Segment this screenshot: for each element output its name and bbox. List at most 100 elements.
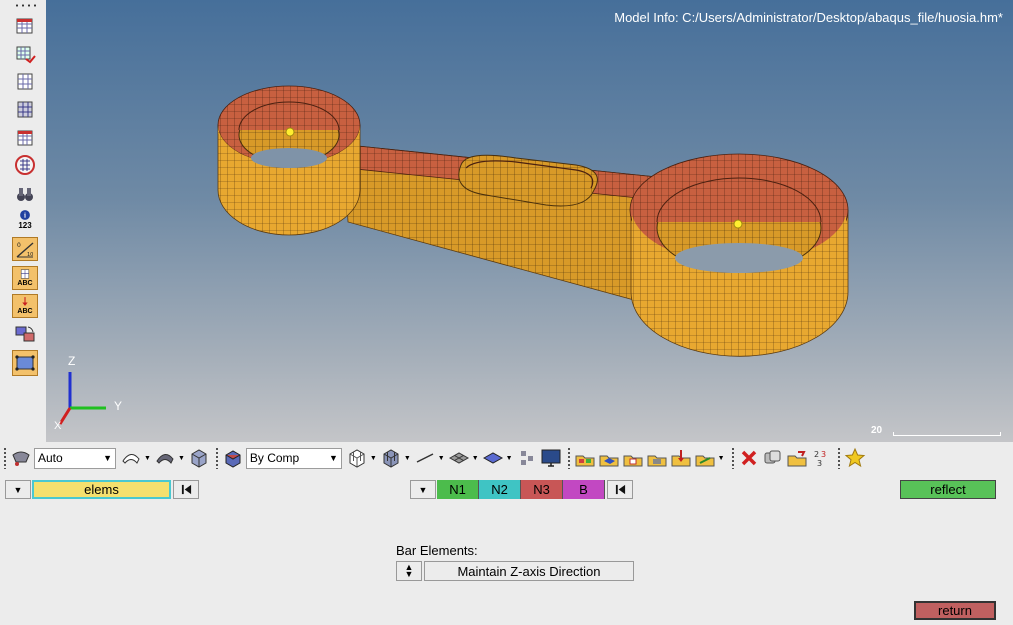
orientation-option-label: Maintain Z-axis Direction	[457, 563, 601, 579]
return-button[interactable]: return	[914, 601, 996, 620]
left-toolbar: i 123 0 10 ABC ABC	[0, 0, 46, 442]
chevron-down-icon[interactable]: ▼	[178, 455, 185, 462]
toolbar-separator	[836, 447, 841, 469]
connecting-rod-model[interactable]	[46, 0, 1013, 442]
axis-y-label: Y	[114, 399, 123, 413]
find-icon[interactable]	[12, 153, 38, 177]
elems-collector-label: elems	[84, 482, 119, 497]
svg-text:10: 10	[27, 252, 33, 258]
nodes-reset-button[interactable]	[607, 480, 633, 499]
solid-cube-icon[interactable]	[188, 446, 210, 470]
transfer-icon[interactable]	[786, 446, 808, 470]
graphics-viewport[interactable]: Model Info: C:/Users/Administrator/Deskt…	[46, 0, 1013, 442]
elems-collector[interactable]: elems	[32, 480, 171, 499]
render-mode-value: Auto	[38, 451, 63, 465]
renumber-icon[interactable]: 233	[810, 446, 832, 470]
chevron-down-icon: ▼	[328, 452, 338, 463]
panel-row-selection: ▼ elems ▼ N1 N2 N3 B reflect	[0, 480, 1013, 502]
chevron-down-icon[interactable]: ▼	[438, 455, 445, 462]
node-b-label: B	[579, 482, 588, 497]
node-n3-button[interactable]: N3	[521, 480, 563, 499]
toolbar-grip[interactable]	[3, 447, 7, 469]
chevron-down-icon[interactable]: ▼	[144, 455, 151, 462]
favorite-star-icon[interactable]	[844, 446, 866, 470]
chevron-down-icon: ▼	[103, 452, 112, 463]
components-bar-icon[interactable]	[694, 446, 716, 470]
mesh-cube-icon[interactable]	[346, 446, 368, 470]
elems-selector-dropdown[interactable]: ▼	[5, 480, 31, 499]
measure-icon[interactable]: 0 10	[12, 237, 38, 261]
mesh-shaded-cube-icon[interactable]	[380, 446, 402, 470]
isolate-icon[interactable]	[12, 126, 38, 150]
wireframe-surface-icon[interactable]	[120, 446, 142, 470]
components-load-icon[interactable]	[670, 446, 692, 470]
reset-icon	[181, 484, 191, 495]
scale-bar-line	[893, 432, 1001, 436]
svg-text:2: 2	[814, 450, 819, 459]
line-style-icon[interactable]	[414, 446, 436, 470]
show-mesh-icon[interactable]	[12, 98, 38, 122]
node-selector-dropdown[interactable]: ▼	[410, 480, 436, 499]
big-end-ring	[629, 153, 849, 357]
elems-reset-button[interactable]	[173, 480, 199, 499]
component-table-icon[interactable]	[12, 14, 38, 38]
toolbar-separator	[730, 447, 735, 469]
return-label: return	[938, 603, 972, 618]
render-mode-select[interactable]: Auto ▼	[34, 447, 116, 469]
components-multicolor-icon[interactable]	[574, 446, 596, 470]
chevron-down-icon[interactable]: ▼	[506, 455, 513, 462]
color-mode-icon[interactable]	[222, 446, 244, 470]
reflect-button[interactable]: reflect	[900, 480, 996, 499]
rotate-icon[interactable]	[12, 322, 38, 346]
node-b-button[interactable]: B	[563, 480, 605, 499]
reset-icon	[615, 484, 625, 495]
orientation-option-button[interactable]: Maintain Z-axis Direction	[424, 561, 634, 581]
unmask-icon[interactable]	[12, 70, 38, 94]
duplicate-icon[interactable]	[762, 446, 784, 470]
bar-elements-label: Bar Elements:	[396, 543, 478, 558]
node-n1-label: N1	[449, 482, 466, 497]
reflect-label: reflect	[930, 482, 966, 497]
chevron-down-icon[interactable]: ▼	[472, 455, 479, 462]
shaded-surface-icon[interactable]	[154, 446, 176, 470]
label-abc-red-text: ABC	[17, 308, 33, 315]
svg-text:3: 3	[817, 459, 822, 468]
info-icon[interactable]: i 123	[12, 206, 38, 232]
rod-shank	[345, 144, 667, 301]
svg-text:0: 0	[17, 242, 21, 249]
binoculars-icon[interactable]	[12, 182, 38, 206]
components-blue-icon[interactable]	[598, 446, 620, 470]
element-types-icon[interactable]	[516, 446, 538, 470]
plane-mesh-icon[interactable]	[448, 446, 470, 470]
toolbar-separator	[214, 447, 219, 469]
node-n2-button[interactable]: N2	[479, 480, 521, 499]
node-n2-label: N2	[491, 482, 508, 497]
small-end-ring	[217, 85, 361, 236]
components-properties-icon[interactable]	[622, 446, 644, 470]
toolbar-grip[interactable]	[14, 4, 38, 7]
delete-icon[interactable]	[738, 446, 760, 470]
components-material-icon[interactable]	[646, 446, 668, 470]
main-toolbar: Auto ▼ ▼ ▼ By Comp ▼ ▼ ▼ ▼ ▼ ▼ ▼ 2 3 3	[0, 443, 1013, 473]
up-down-icon: ▲ ▼	[404, 562, 414, 579]
info-icon-label: 123	[18, 220, 32, 230]
chevron-down-icon: ▼	[13, 484, 23, 495]
orientation-toggle-switch[interactable]: ▲ ▼	[396, 561, 422, 581]
scale-bar: 20	[871, 425, 1001, 438]
render-mode-icon[interactable]	[10, 446, 32, 470]
axis-x-label: X	[54, 420, 62, 432]
svg-text:3: 3	[821, 450, 826, 459]
chevron-down-icon[interactable]: ▼	[718, 455, 725, 462]
label-abc-icon[interactable]: ABC	[12, 266, 38, 290]
color-mode-select[interactable]: By Comp ▼	[245, 447, 342, 469]
chevron-down-icon[interactable]: ▼	[404, 455, 411, 462]
monitor-icon[interactable]	[540, 446, 562, 470]
label-abc-red-icon[interactable]: ABC	[12, 294, 38, 318]
toolbar-separator	[566, 447, 571, 469]
node-n3-label: N3	[533, 482, 550, 497]
chevron-down-icon[interactable]: ▼	[370, 455, 377, 462]
mask-icon[interactable]	[12, 42, 38, 66]
fit-view-icon[interactable]	[12, 350, 38, 376]
plane-solid-icon[interactable]	[482, 446, 504, 470]
node-n1-button[interactable]: N1	[437, 480, 479, 499]
